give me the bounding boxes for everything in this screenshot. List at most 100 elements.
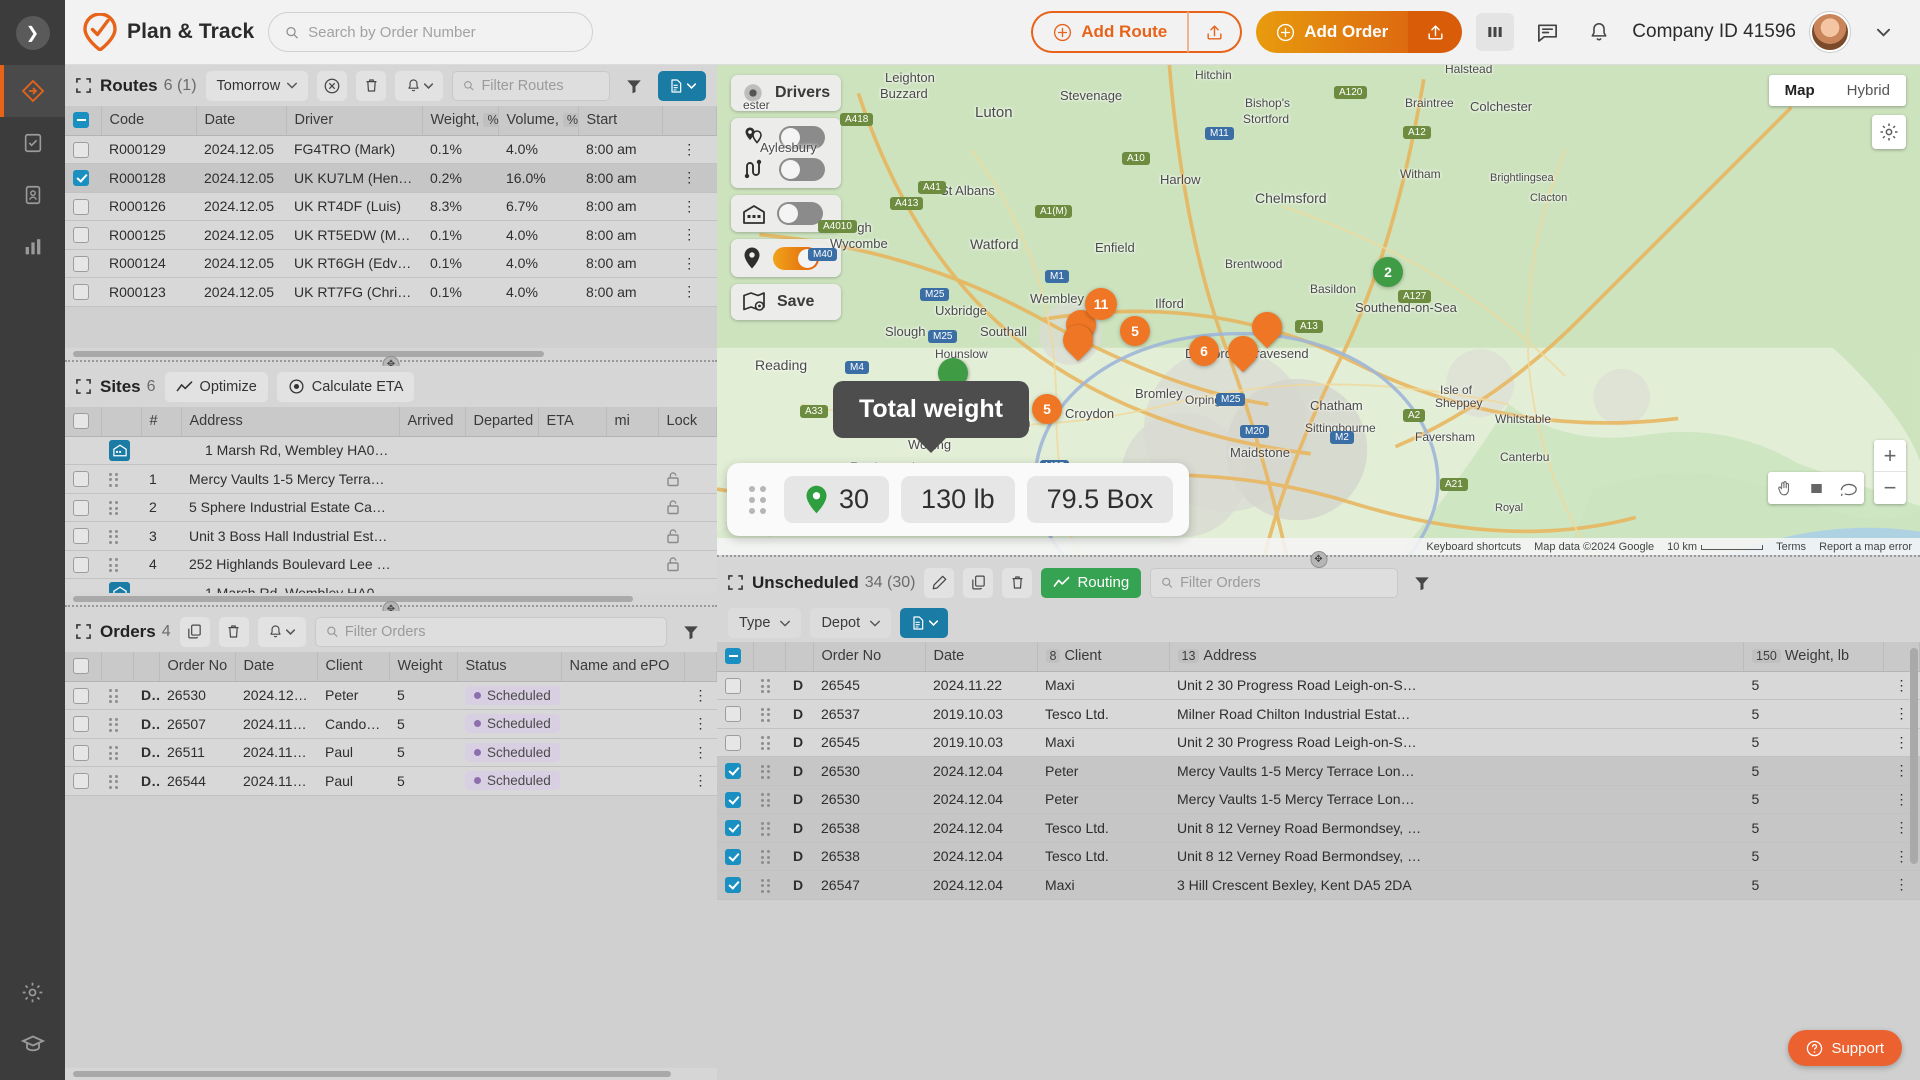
add-order-button[interactable]: Add Order <box>1256 11 1409 53</box>
lasso-select-tool[interactable] <box>1832 472 1864 504</box>
row-drag-cell[interactable] <box>753 699 785 729</box>
unscheduled-export-button[interactable] <box>900 608 949 638</box>
row-drag-cell[interactable] <box>101 464 141 494</box>
row-select-cell[interactable] <box>65 277 101 307</box>
table-row[interactable]: D 26507 2024.11.22 Candoxy… 5 Scheduled ⋮ <box>65 709 717 739</box>
unassign-routes-button[interactable] <box>317 70 348 101</box>
drag-handle[interactable] <box>761 764 770 779</box>
messages-button[interactable] <box>1528 13 1566 51</box>
unscheduled-col-order-no[interactable]: Order No <box>813 642 926 672</box>
row-drag-cell[interactable] <box>753 756 785 786</box>
order-no-cell[interactable]: 26547 <box>813 870 925 900</box>
row-menu-button[interactable]: ⋮ <box>684 709 717 739</box>
stops-total-chip[interactable]: 30 <box>784 476 890 523</box>
drag-handle[interactable] <box>761 821 770 836</box>
lock-icon[interactable] <box>666 528 680 544</box>
table-row[interactable]: D 26538 2024.12.04 Tesco Ltd. Unit 8 12 Vern… <box>717 842 1920 871</box>
row-select-cell[interactable] <box>717 870 753 900</box>
nav-item-graduation[interactable] <box>0 1018 65 1070</box>
table-row[interactable]: R000123 2024.12.05 UK RT7FG (Christian) 0.1… <box>65 277 717 307</box>
order-no-cell[interactable]: 26530 <box>159 681 235 710</box>
select-all-checkbox[interactable] <box>73 658 89 675</box>
order-no-cell[interactable]: 26530 <box>813 785 925 814</box>
brand[interactable]: Plan & Track <box>83 13 254 51</box>
row-select-cell[interactable] <box>717 785 753 814</box>
sites-col-num[interactable]: # <box>141 407 182 437</box>
table-row[interactable]: D 26530 2024.12.04 Peter Mercy Vaults 1-5 Me… <box>717 785 1920 814</box>
row-drag-cell[interactable] <box>101 766 133 796</box>
drag-handle[interactable] <box>761 707 770 722</box>
duplicate-orders-button[interactable] <box>179 616 210 647</box>
row-drag-cell[interactable] <box>101 578 141 593</box>
row-checkbox[interactable] <box>73 744 89 761</box>
row-drag-cell[interactable] <box>101 709 133 739</box>
row-menu-button[interactable]: ⋮ <box>1883 870 1920 900</box>
orders-col-client[interactable]: Client <box>317 652 390 682</box>
row-select-cell[interactable] <box>717 842 753 871</box>
zoom-out-button[interactable]: − <box>1874 472 1906 504</box>
routes-col-date[interactable]: Date <box>196 106 287 136</box>
routes-col-code[interactable]: Code <box>101 106 197 136</box>
row-checkbox[interactable] <box>73 284 89 301</box>
select-all-checkbox[interactable] <box>73 413 89 430</box>
keyboard-shortcuts-link[interactable]: Keyboard shortcuts <box>1426 541 1521 553</box>
table-row[interactable]: D 26537 2019.10.03 Tesco Ltd. Milner Road Ch… <box>717 699 1920 729</box>
lock-icon[interactable] <box>666 499 680 515</box>
global-search[interactable] <box>268 12 594 52</box>
row-checkbox[interactable] <box>73 716 89 733</box>
routes-col-volume[interactable]: Volume, % <box>498 106 583 136</box>
row-select-cell[interactable] <box>65 493 101 522</box>
row-menu-button[interactable]: ⋮ <box>684 681 717 710</box>
table-row[interactable]: D 26530 2024.12.04 Peter Mercy Vaults 1-5 Me… <box>717 756 1920 786</box>
row-checkbox[interactable] <box>725 791 741 808</box>
row-select-cell[interactable] <box>65 249 101 278</box>
row-drag-cell[interactable] <box>753 671 785 700</box>
order-no-cell[interactable]: 26507 <box>159 709 235 739</box>
row-checkbox[interactable] <box>725 677 741 694</box>
splitter-grip[interactable]: ✥ <box>382 601 400 611</box>
expand-panel-icon[interactable] <box>76 624 91 639</box>
row-checkbox[interactable] <box>725 763 741 780</box>
routes-advanced-filter-button[interactable] <box>619 71 649 101</box>
edit-orders-button[interactable] <box>924 567 955 598</box>
row-select-cell[interactable] <box>65 578 101 593</box>
volume-total-chip[interactable]: 79.5 Box <box>1026 476 1174 523</box>
table-row[interactable]: R000124 2024.12.05 UK RT6GH (Edvard) 0.1% 4.… <box>65 249 717 278</box>
expand-nav-button[interactable]: ❯ <box>15 15 50 50</box>
table-row[interactable]: 1 Mercy Vaults 1-5 Mercy Terrace Lo… <box>65 464 717 494</box>
table-row[interactable]: D 26544 2024.11.22 Paul 5 Scheduled ⋮ <box>65 766 717 796</box>
avatar[interactable] <box>1810 12 1850 52</box>
row-drag-cell[interactable] <box>753 842 785 871</box>
row-select-cell[interactable] <box>65 220 101 250</box>
orders-col-name-epo[interactable]: Name and ePO <box>561 652 685 682</box>
add-route-button[interactable]: Add Route <box>1031 11 1189 53</box>
nav-item-settings[interactable] <box>0 966 65 1018</box>
delete-orders-button[interactable] <box>1002 567 1033 598</box>
unscheduled-col-address[interactable]: 13 Address <box>1169 642 1744 672</box>
orders-alerts-button[interactable] <box>257 616 306 647</box>
row-drag-cell[interactable] <box>101 681 133 710</box>
routes-col-start[interactable]: Start <box>578 106 663 136</box>
orders-filter-input[interactable] <box>344 623 656 640</box>
duplicate-orders-button[interactable] <box>963 567 994 598</box>
routes-export-button[interactable] <box>658 70 706 101</box>
map-type-map[interactable]: Map <box>1769 75 1831 106</box>
table-row[interactable]: D 26538 2024.12.04 Tesco Ltd. Unit 8 12 Vern… <box>717 813 1920 843</box>
delete-orders-button[interactable] <box>218 616 249 647</box>
table-row[interactable]: R000125 2024.12.05 UK RT5EDW (Maria) 0.1% 4.… <box>65 220 717 250</box>
row-select-cell[interactable] <box>65 135 101 164</box>
routes-filter[interactable] <box>452 70 610 101</box>
drag-handle[interactable] <box>761 878 770 893</box>
row-select-cell[interactable] <box>717 756 753 786</box>
table-row[interactable]: D 26530 2024.12.04 Peter 5 Scheduled ⋮ <box>65 681 717 710</box>
sites-col-lock[interactable]: Lock <box>658 407 717 437</box>
unscheduled-col-client[interactable]: 8 Client <box>1037 642 1170 672</box>
table-row[interactable]: 3 Unit 3 Boss Hall Industrial Estate … <box>65 521 717 551</box>
orders-advanced-filter-button[interactable] <box>676 617 706 647</box>
row-select-cell[interactable] <box>717 813 753 843</box>
table-row[interactable]: R000128 2024.12.05 UK KU7LM (Henry) 0.2% 16.… <box>65 163 717 193</box>
row-menu-button[interactable]: ⋮ <box>684 766 717 796</box>
row-checkbox[interactable] <box>725 848 741 865</box>
expand-panel-icon[interactable] <box>76 379 91 394</box>
unscheduled-filter-input[interactable] <box>1180 574 1388 591</box>
